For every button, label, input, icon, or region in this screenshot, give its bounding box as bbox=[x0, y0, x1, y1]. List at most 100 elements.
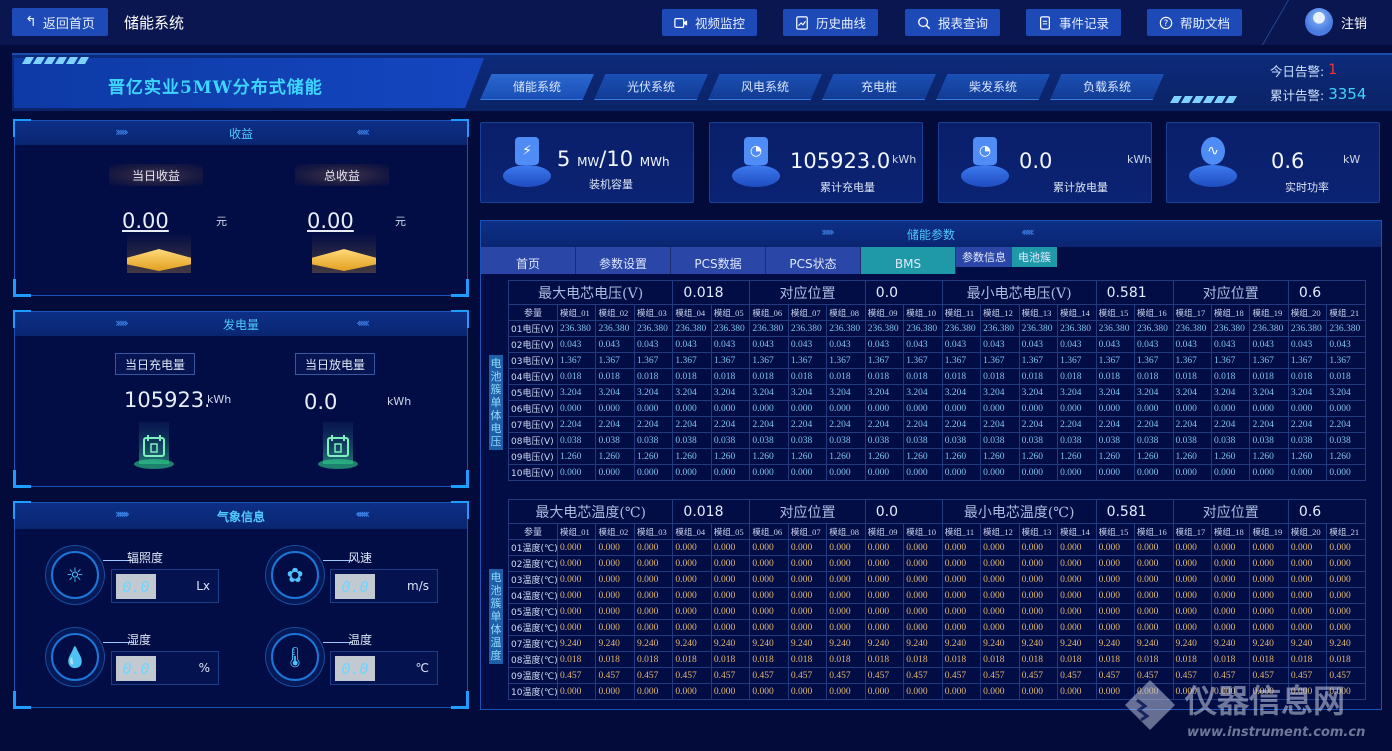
daily-discharge-value: 0.0 bbox=[304, 390, 338, 414]
table-cell: 0.000 bbox=[710, 619, 751, 636]
tab-home[interactable]: 首页 bbox=[481, 247, 576, 274]
table-cell: 3.204 bbox=[941, 384, 982, 401]
tab-load-system[interactable]: 负载系统 bbox=[1050, 74, 1164, 100]
min-position-label: 对应位置 bbox=[1172, 499, 1289, 524]
table-cell: 0.018 bbox=[1095, 651, 1136, 668]
video-monitor-button[interactable]: 视频监控 bbox=[662, 9, 757, 36]
table-cell: 0.457 bbox=[1172, 667, 1212, 684]
table-cell: 3.204 bbox=[980, 384, 1020, 401]
table-cell: 236.380 bbox=[556, 320, 597, 337]
tab-param-settings[interactable]: 参数设置 bbox=[576, 247, 671, 274]
generation-panel-header: ›››››› 发电量 ‹‹‹‹‹‹ bbox=[15, 312, 467, 336]
daily-discharge-label: 当日放电量 bbox=[295, 353, 375, 375]
module-header: 模组_04 bbox=[672, 304, 712, 321]
tab-charging-pile[interactable]: 充电桩 bbox=[822, 74, 936, 100]
table-cell: 1.367 bbox=[864, 352, 905, 369]
max-value: 0.018 bbox=[672, 280, 751, 305]
table-cell: 0.018 bbox=[1249, 651, 1289, 668]
table-cell: 0.000 bbox=[710, 464, 751, 481]
revenue-panel: ›››››› 收益 ‹‹‹‹‹‹ 当日收益 总收益 0.00 元 0.00 元 bbox=[13, 119, 469, 297]
row-label: 04电压(V) bbox=[508, 368, 558, 385]
module-header: 模组_17 bbox=[1172, 523, 1212, 540]
table-cell: 0.000 bbox=[980, 603, 1020, 620]
table-cell: 0.000 bbox=[1095, 539, 1136, 556]
subtab-param-info[interactable]: 参数信息 bbox=[956, 247, 1012, 267]
wind-speed-readout: 0.0 m/s bbox=[330, 569, 438, 603]
table-cell: 0.000 bbox=[749, 400, 789, 417]
history-curve-button[interactable]: 历史曲线 bbox=[783, 9, 878, 36]
module-header: 模组_05 bbox=[710, 523, 751, 540]
table-cell: 0.000 bbox=[710, 539, 751, 556]
table-cell: 236.380 bbox=[864, 320, 905, 337]
table-cell: 0.000 bbox=[787, 464, 828, 481]
tab-pcs-data[interactable]: PCS数据 bbox=[671, 247, 766, 274]
table-cell: 0.018 bbox=[864, 368, 905, 385]
table-cell: 1.260 bbox=[826, 448, 866, 465]
module-header: 模组_16 bbox=[1134, 304, 1174, 321]
help-doc-button[interactable]: ? 帮助文档 bbox=[1147, 9, 1242, 36]
logout-button[interactable]: 注销 bbox=[1305, 8, 1367, 36]
table-cell: 0.457 bbox=[1134, 667, 1174, 684]
table-cell: 2.204 bbox=[826, 416, 866, 433]
table-cell: 1.260 bbox=[556, 448, 597, 465]
table-cell: 0.000 bbox=[1095, 464, 1136, 481]
table-cell: 2.204 bbox=[1326, 416, 1366, 433]
tab-pv-system[interactable]: 光伏系统 bbox=[594, 74, 708, 100]
daily-charge-value: 105923.0 bbox=[124, 388, 208, 412]
table-cell: 0.000 bbox=[1095, 683, 1136, 700]
subtab-battery-cluster[interactable]: 电池簇 bbox=[1012, 247, 1057, 267]
table-cell: 0.000 bbox=[1287, 587, 1328, 604]
table-cell: 0.038 bbox=[749, 432, 789, 449]
table-cell: 0.018 bbox=[980, 651, 1020, 668]
module-header: 模组_01 bbox=[556, 523, 597, 540]
table-cell: 0.018 bbox=[633, 368, 674, 385]
table-cell: 0.000 bbox=[672, 571, 712, 588]
tab-bms[interactable]: BMS bbox=[861, 247, 956, 274]
tab-pcs-status[interactable]: PCS状态 bbox=[766, 247, 861, 274]
report-query-button[interactable]: 报表查询 bbox=[905, 9, 1000, 36]
table-cell: 0.000 bbox=[1018, 603, 1059, 620]
table-cell: 0.457 bbox=[864, 667, 905, 684]
table-cell: 1.367 bbox=[1172, 352, 1212, 369]
tab-diesel-system[interactable]: 柴发系统 bbox=[936, 74, 1050, 100]
battery-icon: ⚡ bbox=[503, 137, 551, 187]
table-cell: 1.260 bbox=[1210, 448, 1251, 465]
table-cell: 0.000 bbox=[749, 555, 789, 572]
chevron-right-decor-icon: ›››››› bbox=[115, 125, 129, 139]
table-cell: 0.000 bbox=[1095, 619, 1136, 636]
table-cell: 0.000 bbox=[1057, 555, 1097, 572]
table-cell: 0.000 bbox=[941, 400, 982, 417]
event-log-button[interactable]: 事件记录 bbox=[1026, 9, 1121, 36]
chevron-right-decor-icon: ›››››› bbox=[115, 316, 129, 330]
table-cell: 0.000 bbox=[1134, 603, 1174, 620]
row-label: 09电压(V) bbox=[508, 448, 558, 465]
table-cell: 1.260 bbox=[787, 448, 828, 465]
tab-storage-system[interactable]: 储能系统 bbox=[480, 74, 594, 100]
row-label: 09温度(℃) bbox=[508, 667, 558, 684]
chevron-right-decor-icon: ›››››› bbox=[115, 507, 130, 521]
capacity-energy-value: /10 bbox=[599, 147, 634, 171]
table-cell: 0.043 bbox=[1249, 336, 1289, 353]
table-cell: 0.038 bbox=[980, 432, 1020, 449]
tab-wind-system[interactable]: 风电系统 bbox=[708, 74, 822, 100]
table-cell: 2.204 bbox=[710, 416, 751, 433]
table-cell: 0.043 bbox=[941, 336, 982, 353]
table-cell: 0.000 bbox=[710, 683, 751, 700]
table-cell: 0.043 bbox=[672, 336, 712, 353]
table-cell: 0.018 bbox=[826, 651, 866, 668]
daily-revenue-unit: 元 bbox=[216, 215, 227, 228]
module-header: 模组_19 bbox=[1249, 304, 1289, 321]
back-home-button[interactable]: ↰ 返回首页 bbox=[12, 8, 108, 36]
table-cell: 2.204 bbox=[1210, 416, 1251, 433]
table-cell: 0.000 bbox=[672, 464, 712, 481]
voltage-table: 最大电芯电压(V) 0.018 对应位置 0.0 最小电芯电压(V) 0.581 对应位置 0… bbox=[507, 280, 1367, 481]
table-cell: 0.000 bbox=[903, 683, 943, 700]
table-cell: 3.204 bbox=[903, 384, 943, 401]
table-cell: 236.380 bbox=[1057, 320, 1097, 337]
module-header: 模组_13 bbox=[1018, 523, 1059, 540]
table-cell: 9.240 bbox=[1249, 635, 1289, 652]
table-cell: 0.043 bbox=[1326, 336, 1366, 353]
table-cell: 0.000 bbox=[556, 587, 597, 604]
module-header: 模组_21 bbox=[1326, 523, 1366, 540]
module-header: 模组_18 bbox=[1210, 304, 1251, 321]
